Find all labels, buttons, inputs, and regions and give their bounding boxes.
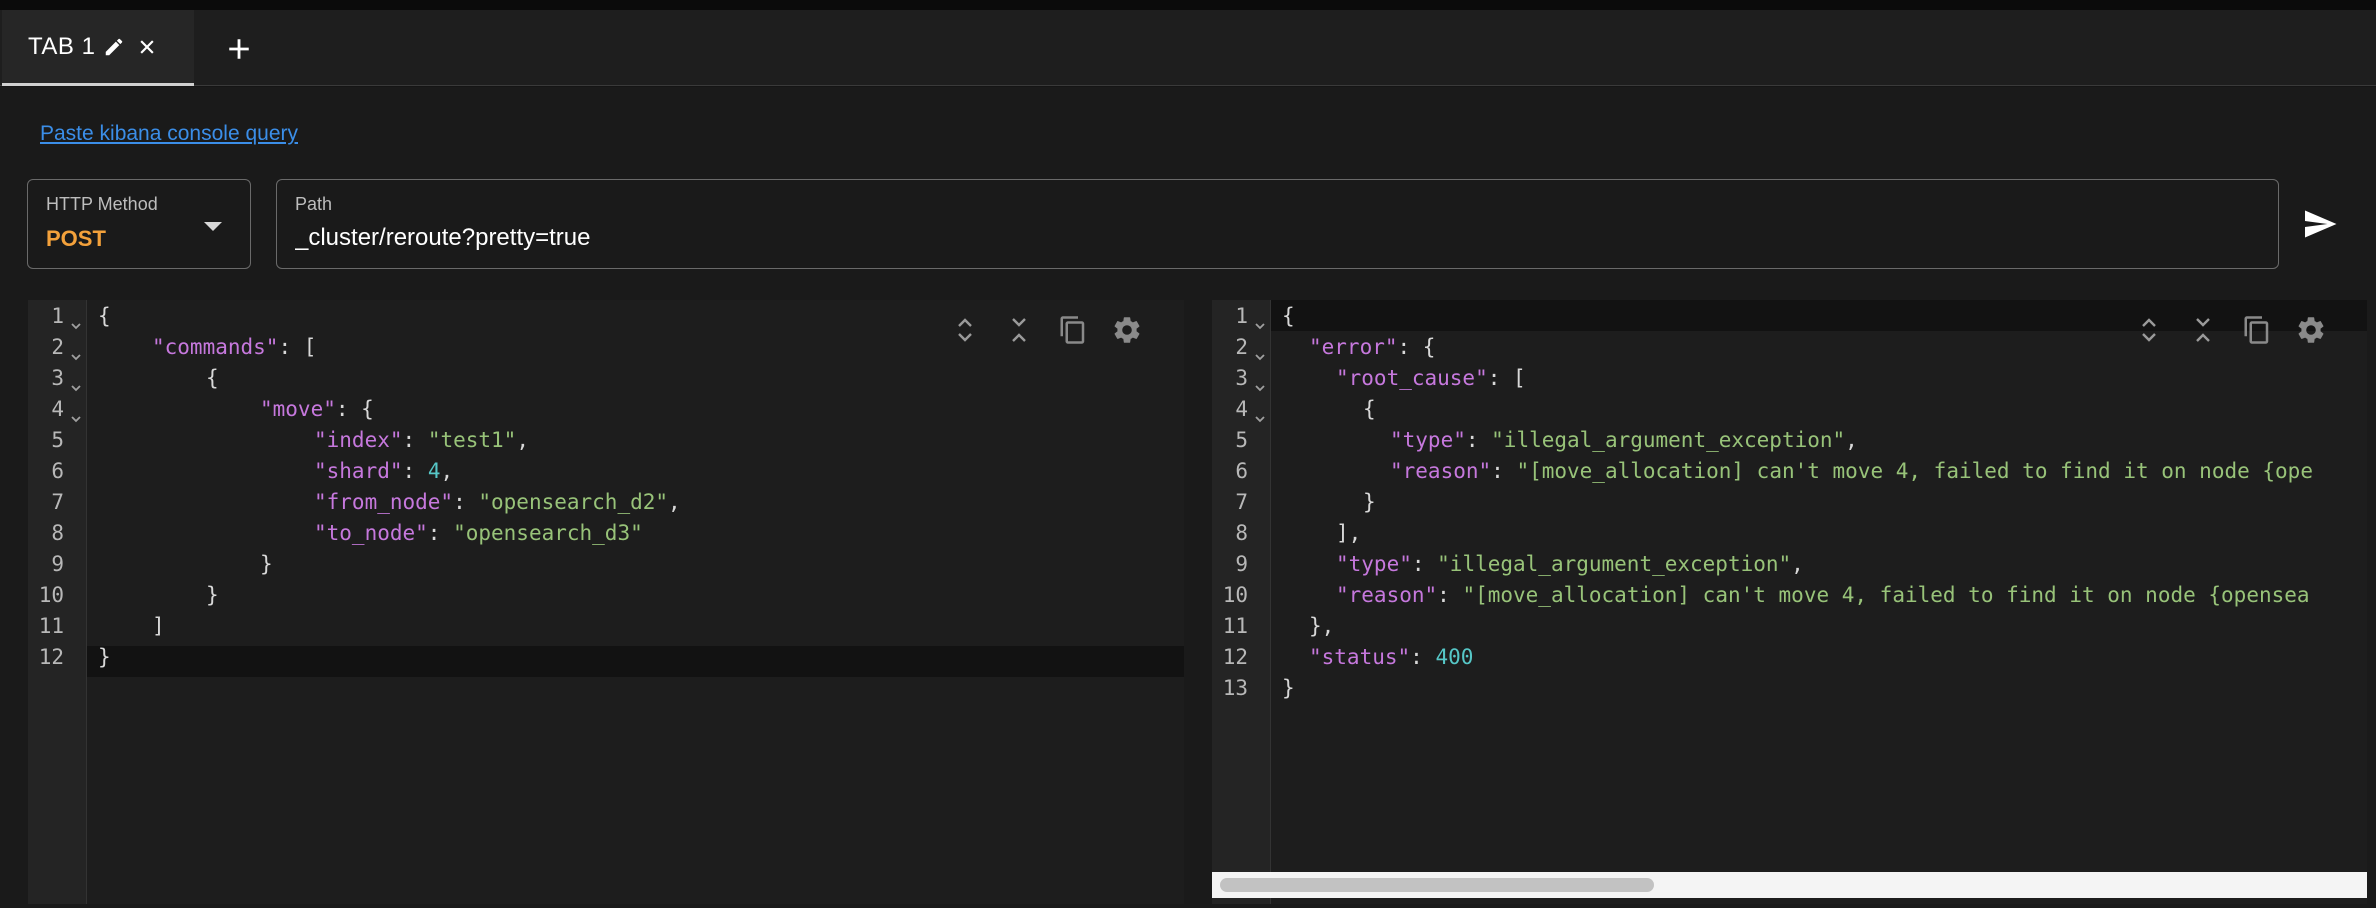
line-number: 6 <box>1235 459 1248 483</box>
line-number: 4 <box>1235 397 1248 421</box>
http-method-select[interactable]: HTTP Method POST <box>27 179 251 269</box>
window-top-strip <box>0 0 2376 10</box>
plus-icon <box>229 39 249 59</box>
fold-chevron-icon[interactable] <box>1254 375 1266 392</box>
fold-chevron-icon[interactable] <box>1254 313 1266 330</box>
code-line: "commands": [ <box>152 335 317 359</box>
line-number: 13 <box>1222 676 1248 700</box>
line-number: 9 <box>51 552 64 576</box>
settings-icon[interactable] <box>2284 310 2338 350</box>
fold-chevron-icon[interactable] <box>1254 406 1266 423</box>
code-line: "reason": "[move_allocation] can't move … <box>1336 583 2310 607</box>
code-line: "index": "test1", <box>314 428 529 452</box>
add-tab-button[interactable] <box>222 32 256 66</box>
line-number: 5 <box>51 428 64 452</box>
line-number: 12 <box>1222 645 1248 669</box>
line-number: 8 <box>51 521 64 545</box>
fold-chevron-icon[interactable] <box>70 406 82 423</box>
line-number: 3 <box>51 366 64 390</box>
code-line: "from_node": "opensearch_d2", <box>314 490 681 514</box>
pencil-icon[interactable] <box>103 36 125 58</box>
collapse-all-icon[interactable] <box>992 310 1046 350</box>
copy-icon[interactable] <box>2230 310 2284 350</box>
code-line: "move": { <box>260 397 374 421</box>
path-label: Path <box>295 194 333 214</box>
fold-chevron-icon[interactable] <box>1254 344 1266 361</box>
fold-chevron-icon[interactable] <box>70 375 82 392</box>
http-method-label: HTTP Method <box>46 194 158 214</box>
code-line: } <box>206 583 219 607</box>
line-number: 12 <box>38 645 64 669</box>
code-line: "root_cause": [ <box>1336 366 1526 390</box>
line-number: 1 <box>1235 304 1248 328</box>
expand-all-icon[interactable] <box>2122 310 2176 350</box>
code-line: { <box>1282 304 1295 328</box>
line-number: 4 <box>51 397 64 421</box>
close-icon[interactable] <box>137 37 157 57</box>
tab-bar: TAB 1 <box>0 10 2376 86</box>
fold-chevron-icon[interactable] <box>70 313 82 330</box>
line-number: 7 <box>1235 490 1248 514</box>
line-number: 3 <box>1235 366 1248 390</box>
code-line: "to_node": "opensearch_d3" <box>314 521 643 545</box>
line-number: 9 <box>1235 552 1248 576</box>
code-line: { <box>1363 397 1376 421</box>
scrollbar-thumb[interactable] <box>1220 878 1654 892</box>
code-line: } <box>98 645 111 669</box>
tab-1[interactable]: TAB 1 <box>2 10 194 86</box>
line-number: 8 <box>1235 521 1248 545</box>
code-line: "type": "illegal_argument_exception", <box>1336 552 1804 576</box>
response-editor-toolbar <box>2122 310 2338 350</box>
code-line: "reason": "[move_allocation] can't move … <box>1390 459 2313 483</box>
path-input[interactable] <box>295 224 2255 252</box>
path-field[interactable]: Path <box>276 179 2279 269</box>
settings-icon[interactable] <box>1100 310 1154 350</box>
code-line: "status": 400 <box>1309 645 1474 669</box>
http-method-value: POST <box>46 226 106 251</box>
expand-all-icon[interactable] <box>938 310 992 350</box>
code-line: }, <box>1309 614 1335 638</box>
code-line: { <box>206 366 219 390</box>
collapse-all-icon[interactable] <box>2176 310 2230 350</box>
line-number: 11 <box>38 614 64 638</box>
line-number: 10 <box>1222 583 1248 607</box>
code-line: { <box>98 304 111 328</box>
line-number: 7 <box>51 490 64 514</box>
tab-label: TAB 1 <box>28 32 96 60</box>
code-line: } <box>1282 676 1295 700</box>
code-line: ], <box>1336 521 1362 545</box>
code-line: } <box>1363 490 1376 514</box>
request-editor[interactable]: 1 2 3 4 5 6 7 8 9 10 11 12 { "commands": [ { "move"… <box>28 300 1184 904</box>
line-number: 2 <box>51 335 64 359</box>
code-line: "shard": 4, <box>314 459 454 483</box>
active-line-highlight <box>87 646 1184 677</box>
copy-icon[interactable] <box>1046 310 1100 350</box>
dropdown-caret-icon <box>204 222 222 231</box>
line-number: 6 <box>51 459 64 483</box>
line-number: 10 <box>38 583 64 607</box>
send-button[interactable] <box>2300 204 2340 244</box>
line-number: 1 <box>51 304 64 328</box>
paste-kibana-query-link[interactable]: Paste kibana console query <box>40 122 298 146</box>
send-icon <box>2305 210 2337 238</box>
fold-chevron-icon[interactable] <box>70 344 82 361</box>
code-line: "type": "illegal_argument_exception", <box>1390 428 1858 452</box>
horizontal-scrollbar[interactable] <box>1212 872 2367 898</box>
line-number: 11 <box>1222 614 1248 638</box>
code-line: "error": { <box>1309 335 1436 359</box>
line-number: 2 <box>1235 335 1248 359</box>
response-editor[interactable]: 1 2 3 4 5 6 7 8 9 10 11 12 13 { "error": { "root_cau… <box>1212 300 2367 904</box>
code-line: ] <box>152 614 165 638</box>
line-number: 5 <box>1235 428 1248 452</box>
request-editor-toolbar <box>938 310 1154 350</box>
code-line: } <box>260 552 273 576</box>
